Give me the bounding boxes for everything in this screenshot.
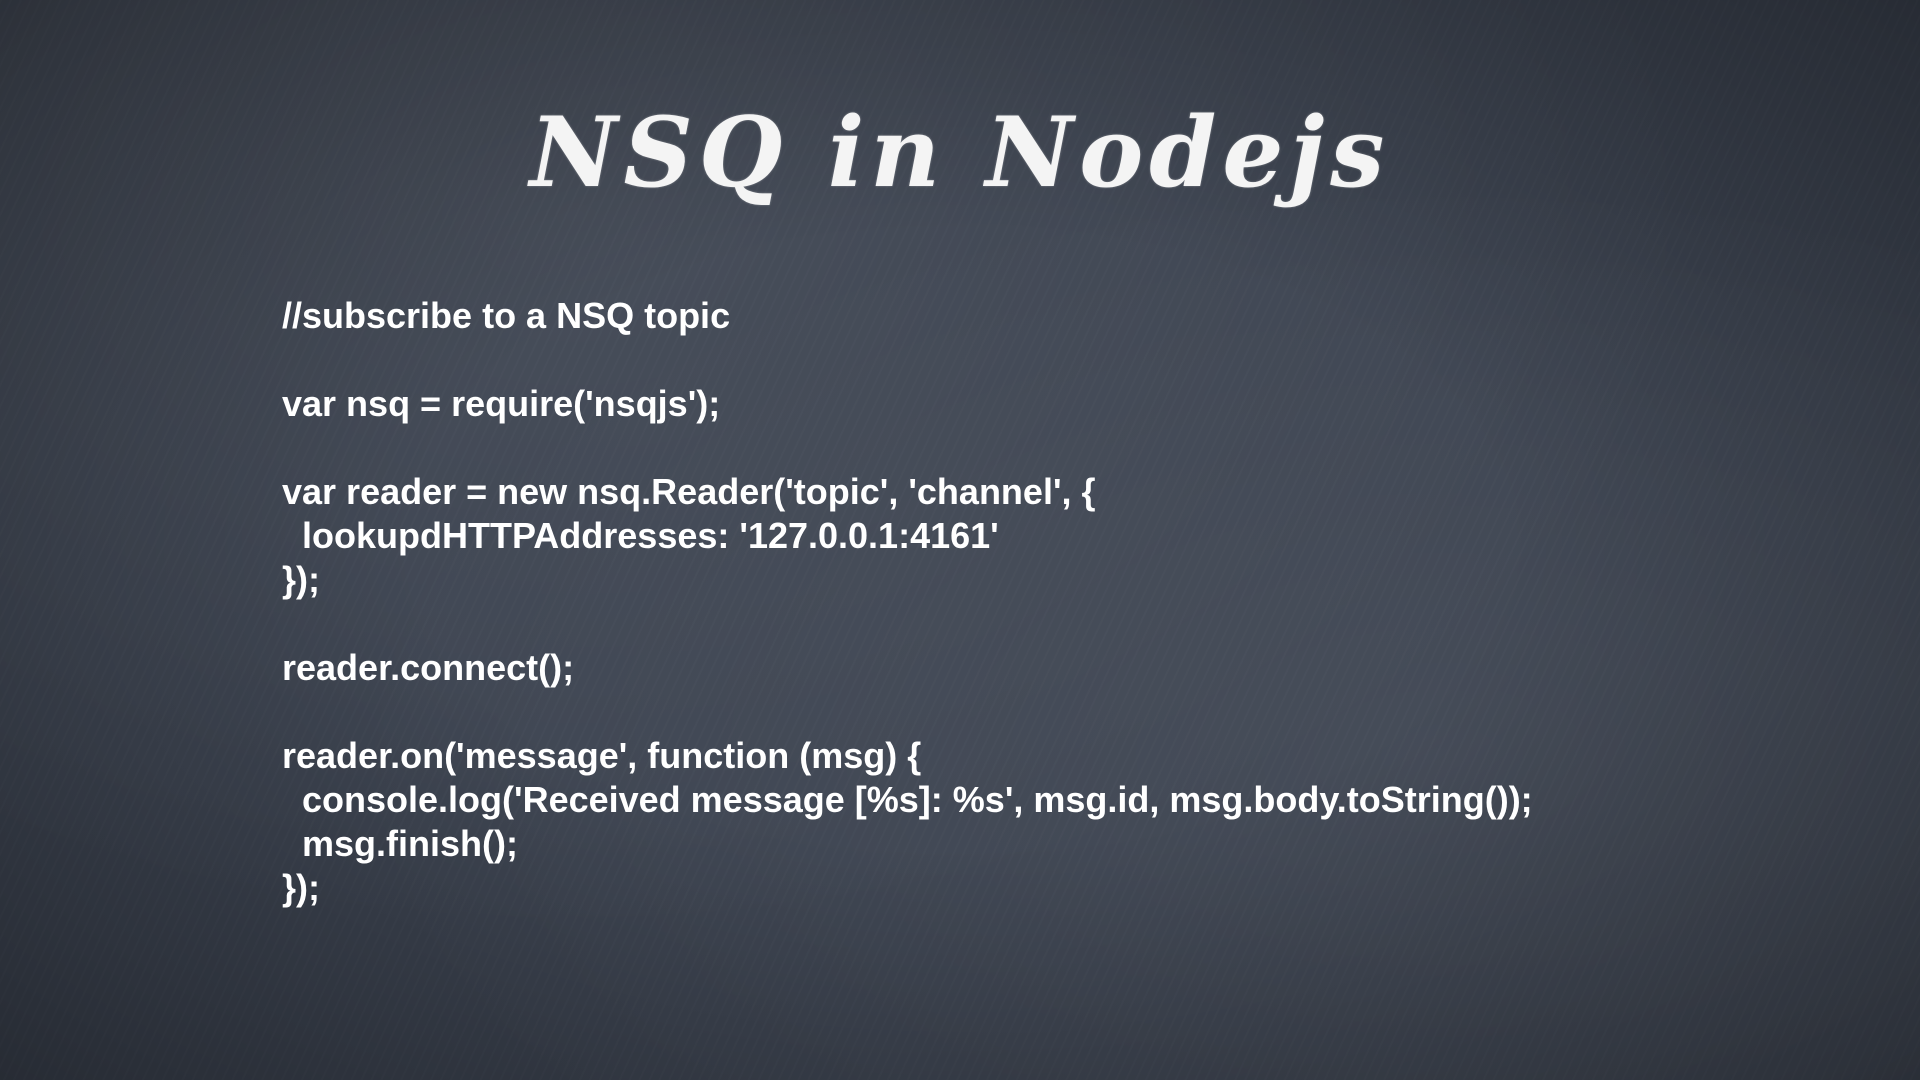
code-line-close-brace: }); bbox=[282, 867, 320, 908]
code-line-require: var nsq = require('nsqjs'); bbox=[282, 383, 721, 424]
code-line-lookupd: lookupdHTTPAddresses: '127.0.0.1:4161' bbox=[282, 515, 999, 556]
code-line-finish: msg.finish(); bbox=[282, 823, 518, 864]
code-line-on-message: reader.on('message', function (msg) { bbox=[282, 735, 922, 776]
slide-title: NSQ in Nodejs bbox=[529, 96, 1391, 209]
slide: NSQ in Nodejs //subscribe to a NSQ topic… bbox=[0, 0, 1920, 1080]
code-line-reader-new: var reader = new nsq.Reader('topic', 'ch… bbox=[282, 471, 1096, 512]
code-line-close-brace: }); bbox=[282, 559, 320, 600]
code-block: //subscribe to a NSQ topic var nsq = req… bbox=[282, 294, 1533, 910]
code-line-comment: //subscribe to a NSQ topic bbox=[282, 295, 731, 336]
code-line-console-log: console.log('Received message [%s]: %s',… bbox=[282, 779, 1533, 820]
code-line-connect: reader.connect(); bbox=[282, 647, 575, 688]
